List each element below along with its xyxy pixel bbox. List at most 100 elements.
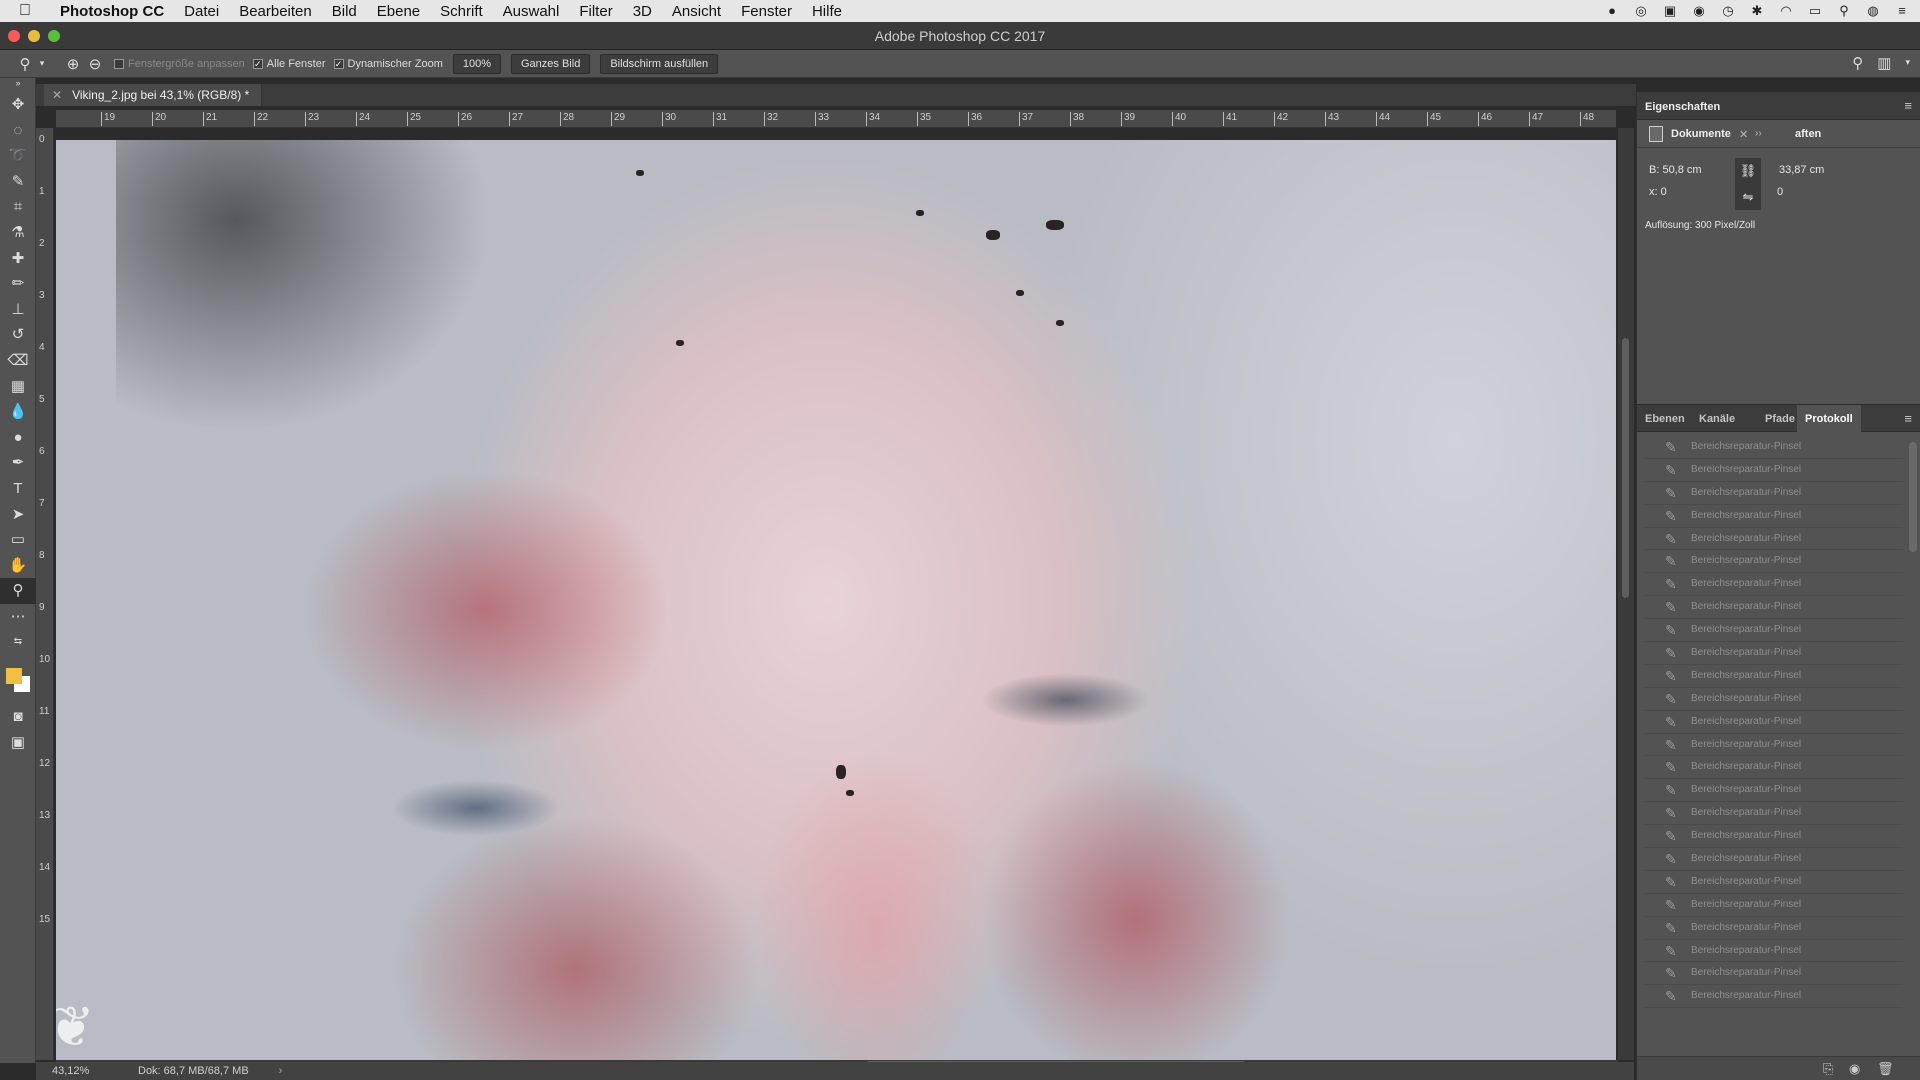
move-tool-icon[interactable]: ✥ <box>0 92 36 118</box>
history-item[interactable]: ✎ Bereichsreparatur-Pinsel <box>1645 756 1903 780</box>
chevron-down-icon[interactable]: ▾ <box>1905 54 1910 72</box>
screen-mode-icon[interactable]: ▣ <box>0 730 36 756</box>
history-item[interactable]: ✎ Bereichsreparatur-Pinsel <box>1645 985 1903 1009</box>
fit-window-checkbox[interactable]: Fenstergröße anpassen <box>114 58 245 70</box>
zoom-tool-icon[interactable]: ⚲ <box>0 578 36 604</box>
history-item[interactable]: ✎ Bereichsreparatur-Pinsel <box>1645 642 1903 665</box>
new-document-from-state-icon[interactable]: ⎘ <box>1823 1061 1833 1077</box>
crop-tool-icon[interactable]: ⌗ <box>0 194 36 220</box>
history-item[interactable]: ✎ Bereichsreparatur-Pinsel <box>1645 711 1903 734</box>
menu-hilfe[interactable]: Hilfe <box>802 3 852 20</box>
history-item[interactable]: ✎ Bereichsreparatur-Pinsel <box>1645 734 1903 757</box>
path-selection-tool-icon[interactable]: ➤ <box>0 502 36 528</box>
zoom-level-field[interactable]: 43,12% <box>52 1065 122 1077</box>
history-item[interactable]: ✎ Bereichsreparatur-Pinsel <box>1645 459 1903 482</box>
expand-icon[interactable]: ›› <box>1755 128 1762 139</box>
time-machine-icon[interactable]: ◷ <box>1720 4 1736 18</box>
all-windows-checkbox[interactable]: ✓ Alle Fenster <box>252 58 326 70</box>
menu-3d[interactable]: 3D <box>623 3 662 20</box>
siri-icon[interactable]: ◍ <box>1865 4 1881 18</box>
tab-pfade[interactable]: Pfade <box>1765 413 1795 425</box>
position-icon[interactable]: ⇋ <box>1735 184 1761 210</box>
scroll-thumb[interactable] <box>1622 338 1629 598</box>
snapshot-camera-icon[interactable]: ◉ <box>1849 1061 1860 1077</box>
document-tab[interactable]: ✕ Viking_2.jpg bei 43,1% (RGB/8) * <box>44 84 263 106</box>
history-item[interactable]: ✎ Bereichsreparatur-Pinsel <box>1645 779 1903 803</box>
spotlight-search-icon[interactable]: ⚲ <box>1836 4 1852 18</box>
menu-bearbeiten[interactable]: Bearbeiten <box>229 3 322 20</box>
history-item[interactable]: ✎ Bereichsreparatur-Pinsel <box>1645 436 1903 459</box>
menu-filter[interactable]: Filter <box>569 3 622 20</box>
menu-bild[interactable]: Bild <box>322 3 367 20</box>
history-item[interactable]: ✎ Bereichsreparatur-Pinsel <box>1645 482 1903 505</box>
history-item[interactable]: ✎ Bereichsreparatur-Pinsel <box>1645 688 1903 711</box>
history-item[interactable]: ✎ Bereichsreparatur-Pinsel <box>1645 596 1903 620</box>
history-item[interactable]: ✎ Bereichsreparatur-Pinsel <box>1645 665 1903 688</box>
foreground-color-swatch[interactable] <box>6 668 22 684</box>
notification-center-icon[interactable]: ≡ <box>1894 4 1910 18</box>
menu-ebene[interactable]: Ebene <box>367 3 430 20</box>
history-item[interactable]: ✎ Bereichsreparatur-Pinsel <box>1645 802 1903 826</box>
fill-screen-button[interactable]: Bildschirm ausfüllen <box>600 53 719 74</box>
hand-tool-icon[interactable]: ✋ <box>0 553 36 579</box>
marquee-tool-icon[interactable]: ◌ <box>0 118 36 144</box>
type-tool-icon[interactable]: T <box>0 476 36 502</box>
workspace-icon[interactable]: ▥ <box>1877 54 1891 72</box>
history-item[interactable]: ✎ Bereichsreparatur-Pinsel <box>1645 894 1903 917</box>
tab-protokoll[interactable]: Protokoll <box>1797 405 1861 432</box>
rectangle-tool-icon[interactable]: ▭ <box>0 527 36 553</box>
history-item[interactable]: ✎ Bereichsreparatur-Pinsel <box>1645 825 1903 849</box>
close-icon[interactable]: ✕ <box>52 88 62 102</box>
link-dimensions-icon[interactable]: ⛓ <box>1735 158 1761 184</box>
zoom-out-icon[interactable]: ⊖ <box>84 55 106 73</box>
menu-ansicht[interactable]: Ansicht <box>662 3 731 20</box>
collapse-icon[interactable]: » <box>0 78 36 92</box>
history-item[interactable]: ✎ Bereichsreparatur-Pinsel <box>1645 848 1903 871</box>
image-canvas[interactable]: ❦ <box>56 140 1616 1060</box>
history-item[interactable]: ✎ Bereichsreparatur-Pinsel <box>1645 917 1903 940</box>
swap-colors-icon[interactable]: ⇆ <box>0 629 36 655</box>
y-field[interactable]: 0 <box>1777 186 1783 198</box>
close-icon[interactable]: ✕ <box>1739 128 1748 141</box>
history-item[interactable]: ✎ Bereichsreparatur-Pinsel <box>1645 528 1903 551</box>
fit-screen-button[interactable]: Ganzes Bild <box>511 53 591 74</box>
creative-cloud-icon[interactable]: ◎ <box>1633 4 1649 18</box>
airplay-icon[interactable]: ▭ <box>1807 4 1823 18</box>
zoom-tool-preset-icon[interactable]: ⚲ <box>14 55 36 73</box>
history-brush-tool-icon[interactable]: ↺ <box>0 322 36 348</box>
search-icon[interactable]: ⚲ <box>1852 54 1863 72</box>
trash-icon[interactable]: 🗑 <box>1877 1061 1894 1077</box>
menu-app-name[interactable]: Photoshop CC <box>50 3 174 20</box>
blur-tool-icon[interactable]: 💧 <box>0 399 36 425</box>
apple-icon[interactable]:  <box>0 2 50 20</box>
wifi-icon[interactable]: ◠ <box>1778 4 1794 18</box>
history-item[interactable]: ✎ Bereichsreparatur-Pinsel <box>1645 505 1903 528</box>
record-icon[interactable]: ● <box>1604 4 1620 18</box>
grammarly-icon[interactable]: ◉ <box>1691 4 1707 18</box>
height-field[interactable]: 33,87 cm <box>1779 164 1824 176</box>
pen-tool-icon[interactable]: ✒ <box>0 450 36 476</box>
history-item[interactable]: ✎ Bereichsreparatur-Pinsel <box>1645 573 1903 597</box>
dodge-tool-icon[interactable]: ● <box>0 425 36 451</box>
bluetooth-icon[interactable]: ✱ <box>1749 4 1765 18</box>
tab-ebenen[interactable]: Ebenen <box>1645 413 1685 425</box>
history-item[interactable]: ✎ Bereichsreparatur-Pinsel <box>1645 619 1903 643</box>
width-field[interactable]: B: 50,8 cm <box>1649 164 1702 176</box>
more-tools-icon[interactable]: ⋯ <box>0 604 36 630</box>
x-field[interactable]: x: 0 <box>1649 186 1667 198</box>
tab-kanaele[interactable]: Kanäle <box>1699 413 1735 425</box>
menu-auswahl[interactable]: Auswahl <box>493 3 570 20</box>
menu-schrift[interactable]: Schrift <box>430 3 493 20</box>
vertical-scrollbar[interactable] <box>1618 128 1634 1060</box>
brush-tool-icon[interactable]: ✏ <box>0 271 36 297</box>
history-scroll-thumb[interactable] <box>1909 442 1917 552</box>
gradient-tool-icon[interactable]: ▦ <box>0 374 36 400</box>
properties-title[interactable]: Eigenschaften <box>1645 101 1720 113</box>
lasso-tool-icon[interactable]: ➰ <box>0 143 36 169</box>
clone-stamp-tool-icon[interactable]: ⊥ <box>0 297 36 323</box>
history-item[interactable]: ✎ Bereichsreparatur-Pinsel <box>1645 940 1903 963</box>
zoom-in-icon[interactable]: ⊕ <box>62 55 84 73</box>
eraser-tool-icon[interactable]: ⌫ <box>0 348 36 374</box>
quick-mask-icon[interactable]: ◙ <box>0 704 36 730</box>
menu-fenster[interactable]: Fenster <box>731 3 802 20</box>
